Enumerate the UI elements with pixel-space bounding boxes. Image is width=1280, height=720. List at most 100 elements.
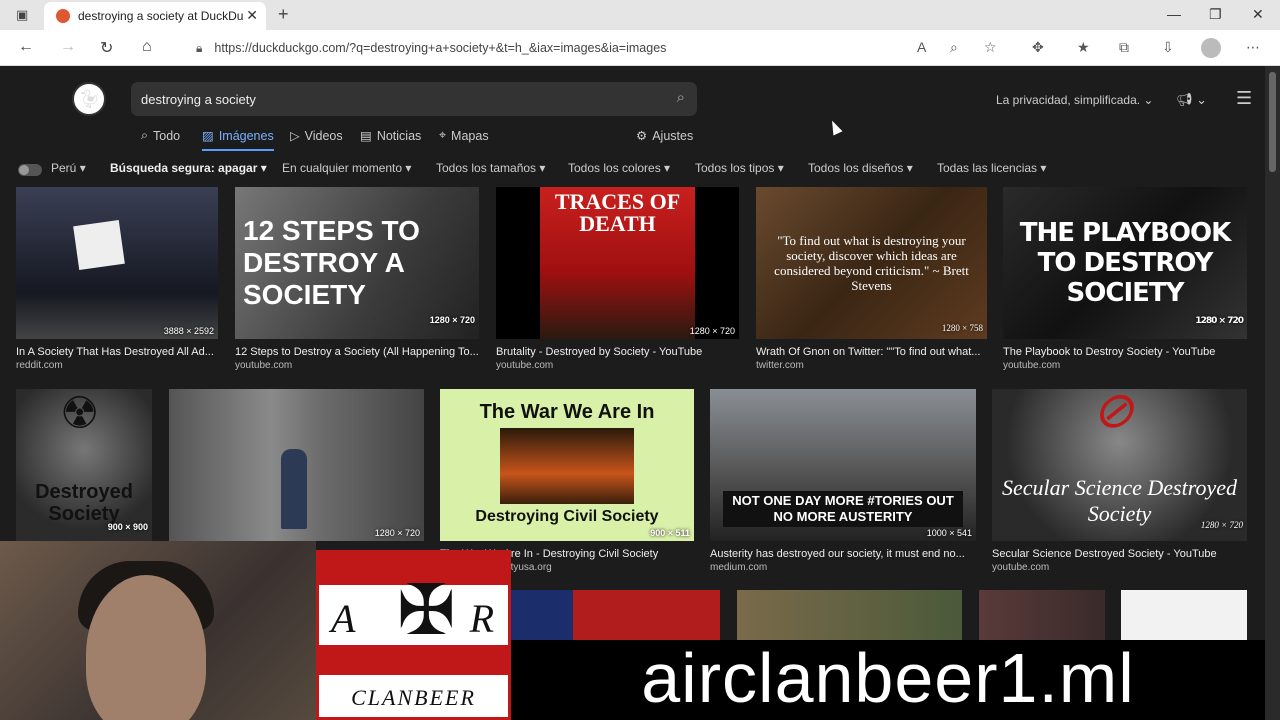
region-filter[interactable]: Perú ▾ (51, 161, 86, 175)
back-icon[interactable]: ← (18, 38, 34, 56)
result-source: youtube.com (235, 360, 293, 371)
result-image[interactable]: ⊘ Secular Science Destroyed Society 1280… (992, 389, 1247, 541)
tab-maps[interactable]: ⌖ Mapas (439, 128, 489, 143)
zoom-icon[interactable]: ⌕ (950, 39, 958, 56)
result-title[interactable]: Austerity has destroyed our society, it … (710, 548, 976, 560)
result-title[interactable]: The Playbook to Destroy Society - YouTub… (1003, 346, 1247, 358)
result-image[interactable]: 1280 × 720 (169, 389, 424, 541)
filter-label: Todos los tamaños (436, 161, 537, 175)
clanbeer-logo: ✠ A R CLANBEER (316, 550, 511, 720)
megaphone-icon[interactable]: 📢︎ ⌄ (1176, 92, 1207, 108)
new-tab-icon[interactable]: + (278, 4, 289, 25)
url-field[interactable]: 🔒︎ https://duckduckgo.com/?q=destroying+… (176, 34, 906, 62)
result-title[interactable]: Brutality - Destroyed by Society - YouTu… (496, 346, 739, 358)
person-figure (281, 449, 307, 529)
size-filter[interactable]: Todos los tamaños ▾ (436, 161, 545, 175)
result-image[interactable]: 3888 × 2592 (16, 187, 218, 339)
collections-icon[interactable]: ⧉ (1119, 39, 1129, 56)
result-source: medium.com (710, 562, 768, 573)
map-pin-icon: ⌖ (439, 128, 447, 142)
tab-images[interactable]: ▨ Imágenes (202, 128, 274, 144)
image-dimensions: 1280 × 720 (689, 326, 735, 336)
result-source: reddit.com (16, 360, 63, 371)
image-dimensions: 900 × 511 (650, 528, 690, 538)
tab-actions-icon[interactable]: ▣ (16, 7, 28, 23)
result-card[interactable]: ⊘ Secular Science Destroyed Society 1280… (992, 389, 1247, 573)
lock-icon: 🔒︎ (196, 40, 203, 55)
search-input[interactable]: destroying a society ⌕ (131, 82, 697, 116)
duckduckgo-logo-icon[interactable]: 🦆︎ (72, 82, 106, 116)
image-dimensions: 900 × 900 (107, 522, 148, 532)
result-card[interactable]: THE PLAYBOOK TO DESTROY SOCIETY 1280 × 7… (1003, 187, 1247, 371)
tab-settings[interactable]: ⚙︎ Ajustes (636, 128, 693, 144)
result-image[interactable] (1121, 590, 1247, 640)
forward-icon[interactable]: → (60, 38, 76, 56)
result-image[interactable]: NOT ONE DAY MORE #TORIES OUT NO MORE AUS… (710, 389, 976, 541)
result-card[interactable]: 1280 × 720 (169, 389, 424, 541)
result-source: youtube.com (992, 562, 1050, 573)
result-image[interactable]: 12 STEPS TO DESTROY A SOCIETY 1280 × 720 (235, 187, 479, 339)
search-query: destroying a society (141, 91, 256, 107)
reload-icon[interactable]: ↻ (100, 38, 113, 58)
safe-search-filter[interactable]: Búsqueda segura: apagar ▾ (110, 161, 267, 175)
read-aloud-icon[interactable]: A (917, 39, 926, 55)
duckduckgo-favicon-icon (56, 9, 70, 23)
result-image[interactable]: TRACES OF DEATH 1280 × 720 (496, 187, 739, 339)
restore-icon[interactable]: ❐ (1209, 6, 1222, 23)
scrollbar-thumb[interactable] (1269, 72, 1276, 172)
result-card[interactable]: The War We Are In Destroying Civil Socie… (440, 389, 694, 573)
downloads-icon[interactable]: ⇩ (1162, 39, 1174, 56)
result-image[interactable] (737, 590, 962, 640)
result-title[interactable]: Wrath Of Gnon on Twitter: ""To find out … (756, 346, 987, 358)
result-card[interactable]: 12 STEPS TO DESTROY A SOCIETY 1280 × 720… (235, 187, 479, 371)
home-icon[interactable]: ⌂ (142, 38, 152, 56)
tab-title: destroying a society at DuckDuc (78, 9, 243, 23)
privacy-menu[interactable]: La privacidad, simplificada. ⌄ (996, 93, 1153, 107)
result-title[interactable]: Secular Science Destroyed Society - YouT… (992, 548, 1247, 560)
menu-dots-icon[interactable]: ⋯ (1246, 39, 1260, 56)
tab-todo[interactable]: ⌕ Todo (141, 128, 180, 143)
tab-news[interactable]: ▤ Noticias (360, 128, 421, 144)
result-source: twitter.com (756, 360, 804, 371)
image-dimensions: 3888 × 2592 (163, 326, 214, 336)
result-image[interactable]: The War We Are In Destroying Civil Socie… (440, 389, 694, 541)
result-card[interactable]: NOT ONE DAY MORE #TORIES OUT NO MORE AUS… (710, 389, 976, 573)
image-overlay-subtext: Destroying Civil Society (475, 508, 659, 525)
result-image[interactable] (510, 590, 720, 640)
result-image[interactable]: "To find out what is destroying your soc… (756, 187, 987, 339)
result-title[interactable]: In A Society That Has Destroyed All Ad..… (16, 346, 218, 358)
page-scrollbar[interactable] (1265, 66, 1280, 720)
add-favorite-icon[interactable]: ☆ (984, 39, 997, 56)
favorites-icon[interactable]: ★ (1077, 39, 1090, 56)
result-image[interactable] (979, 590, 1105, 640)
logo-letter-right: R (469, 596, 494, 641)
filter-label: Búsqueda segura: apagar (110, 161, 258, 175)
color-filter[interactable]: Todos los colores ▾ (568, 161, 670, 175)
tab-close-icon[interactable]: ✕ (246, 7, 258, 24)
result-title[interactable]: 12 Steps to Destroy a Society (All Happe… (235, 346, 479, 358)
minimize-icon[interactable]: — (1167, 6, 1181, 22)
result-card[interactable]: 3888 × 2592 In A Society That Has Destro… (16, 187, 218, 371)
result-image[interactable]: THE PLAYBOOK TO DESTROY SOCIETY 1280 × 7… (1003, 187, 1247, 339)
browser-tab[interactable]: destroying a society at DuckDuc ✕ (44, 2, 266, 30)
layout-filter[interactable]: Todos los diseños ▾ (808, 161, 913, 175)
tab-videos[interactable]: ▷ Videos (290, 128, 343, 144)
result-card[interactable]: ☢︎ Destroyed Society 900 × 900 (16, 389, 152, 541)
news-icon: ▤ (360, 129, 372, 143)
search-icon: ⌕ (141, 128, 149, 142)
result-source: youtube.com (496, 360, 554, 371)
fire-photo (500, 428, 634, 504)
region-toggle[interactable] (18, 164, 42, 176)
sliders-icon: ⚙︎ (636, 129, 648, 143)
extensions-icon[interactable]: ✥ (1032, 39, 1044, 56)
profile-avatar[interactable] (1201, 38, 1221, 58)
result-image[interactable]: ☢︎ Destroyed Society 900 × 900 (16, 389, 152, 541)
time-filter[interactable]: En cualquier momento ▾ (282, 161, 411, 175)
search-icon[interactable]: ⌕ (677, 89, 685, 106)
result-card[interactable]: "To find out what is destroying your soc… (756, 187, 987, 371)
license-filter[interactable]: Todas las licencias ▾ (937, 161, 1046, 175)
type-filter[interactable]: Todos los tipos ▾ (695, 161, 784, 175)
window-close-icon[interactable]: ✕ (1252, 6, 1264, 23)
result-card[interactable]: TRACES OF DEATH 1280 × 720 Brutality - D… (496, 187, 739, 371)
hamburger-menu-icon[interactable]: ☰ (1236, 88, 1252, 109)
